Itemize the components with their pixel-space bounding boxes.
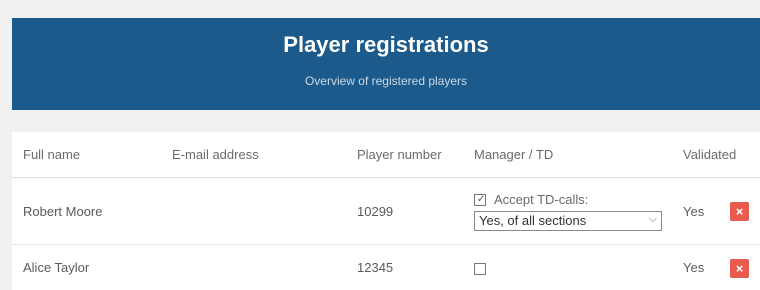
- player-name: Robert Moore: [23, 204, 103, 219]
- column-header-full-name[interactable]: Full name: [23, 147, 80, 162]
- player-number: 12345: [357, 260, 394, 275]
- accept-td-checkbox[interactable]: ✓: [474, 193, 486, 206]
- close-icon: ×: [735, 204, 744, 219]
- player-number: 10299: [357, 204, 394, 219]
- td-sections-selected-value: Yes, of all sections: [479, 213, 587, 229]
- td-sections-select[interactable]: Yes, of all sections ⌵: [474, 211, 662, 232]
- close-icon: ×: [735, 261, 744, 276]
- column-header-manager-td[interactable]: Manager / TD: [474, 147, 553, 162]
- delete-registration-button[interactable]: ×: [730, 202, 749, 221]
- table-row: Robert Moore 10299 ✓ Accept TD-calls: Yes…: [12, 178, 760, 245]
- page-subtitle: Overview of registered players: [304, 74, 468, 88]
- delete-registration-button[interactable]: ×: [730, 259, 749, 278]
- accept-td-checkbox[interactable]: [474, 262, 486, 275]
- accept-td-label: Accept TD-calls:: [494, 192, 589, 208]
- registrations-table: Full name E-mail address Player number M…: [12, 132, 760, 290]
- validated-status: Yes: [683, 260, 705, 275]
- page-title: Player registrations: [283, 32, 489, 57]
- player-name: Alice Taylor: [23, 260, 90, 275]
- column-header-player-number[interactable]: Player number: [357, 147, 442, 162]
- column-header-email[interactable]: E-mail address: [172, 147, 259, 162]
- table-header-row: Full name E-mail address Player number M…: [12, 132, 760, 178]
- page-header: Player registrations Overview of registe…: [12, 18, 760, 110]
- chevron-down-icon: ⌵: [648, 213, 657, 226]
- table-row: Alice Taylor 12345 Yes ×: [12, 245, 760, 290]
- checkmark-icon: ✓: [477, 193, 486, 205]
- manager-td-cell: ✓ Accept TD-calls: Yes, of all sections ⌵: [474, 191, 662, 232]
- column-header-validated[interactable]: Validated: [683, 147, 736, 162]
- validated-status: Yes: [683, 204, 705, 219]
- accept-td-calls-option: ✓ Accept TD-calls:: [474, 191, 662, 207]
- manager-td-cell: [474, 260, 486, 275]
